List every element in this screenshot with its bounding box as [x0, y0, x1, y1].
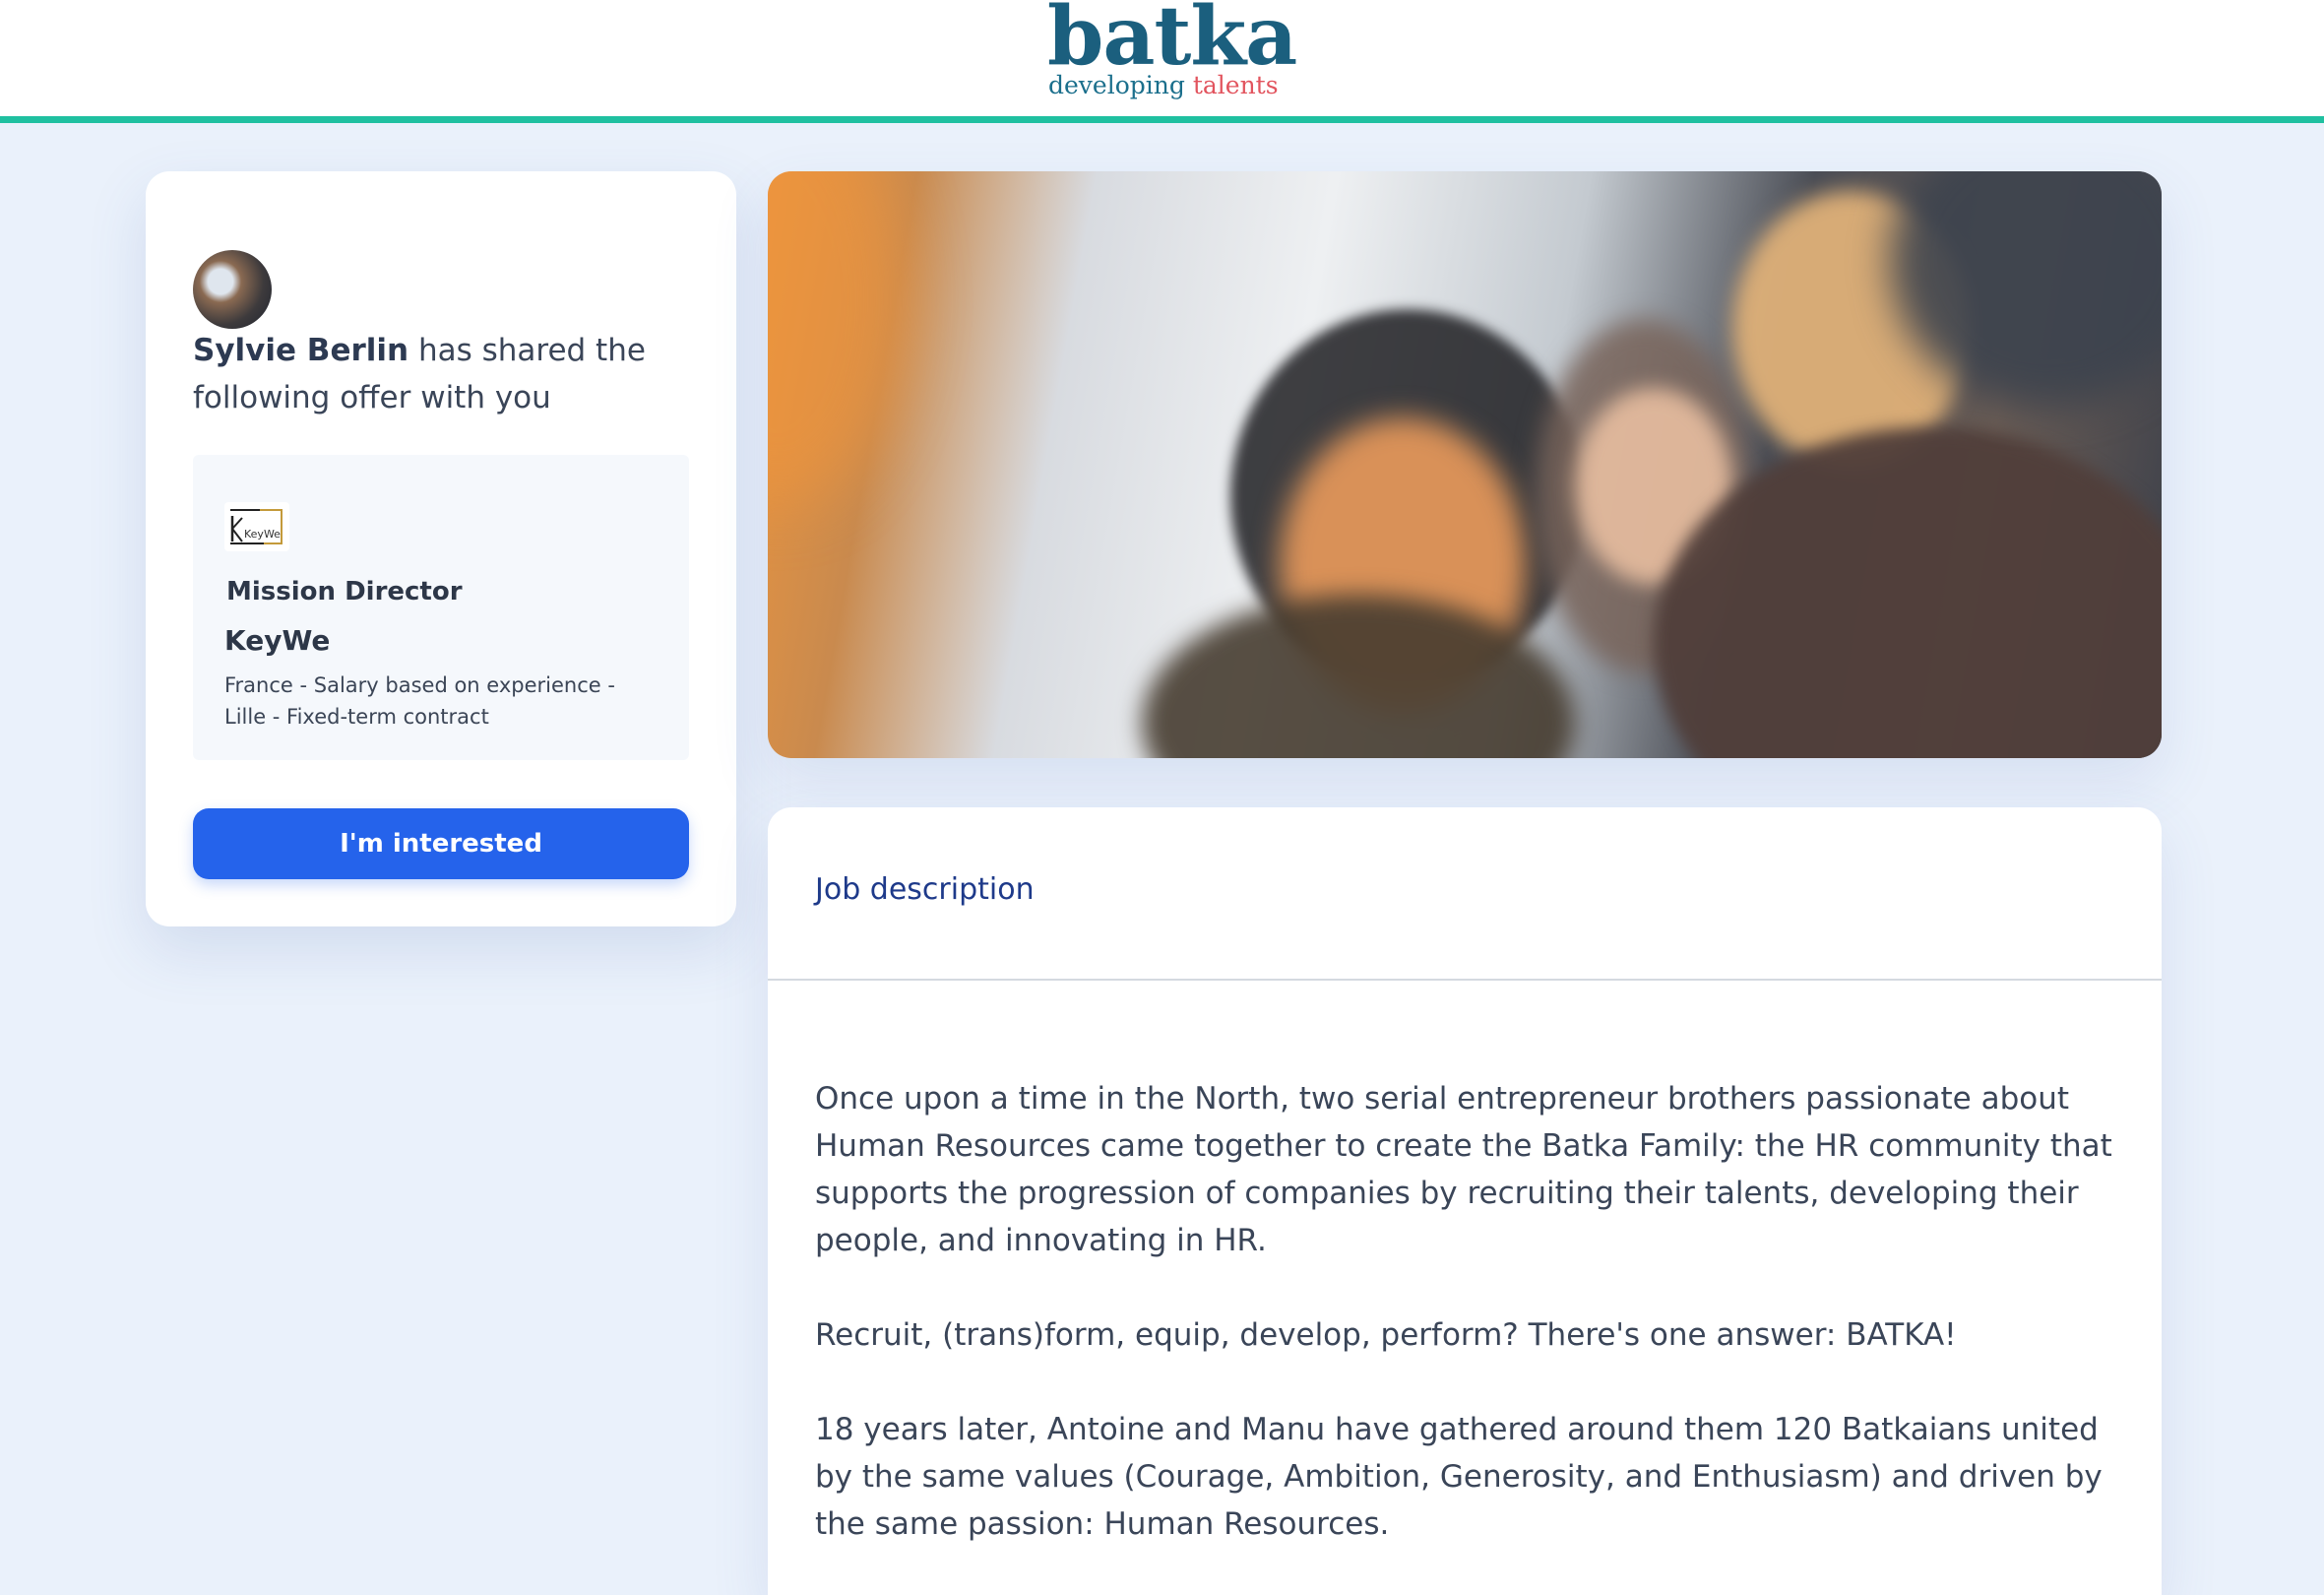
share-card: Sylvie Berlin has shared the following o… — [146, 171, 736, 926]
keywe-logo-icon: KeyWe — [230, 509, 283, 544]
hero-image — [768, 171, 2162, 758]
job-description-card: Job description Once upon a time in the … — [768, 807, 2162, 1595]
logo-wordmark: batka — [1047, 0, 1297, 84]
job-meta: France - Salary based on experience - Li… — [224, 673, 615, 729]
share-message: Sylvie Berlin has shared the following o… — [193, 327, 685, 421]
company-logo: KeyWe — [224, 502, 289, 551]
logo-tagline: developing talents — [1048, 73, 1279, 97]
job-description-body: Once upon a time in the North, two seria… — [815, 1075, 2134, 1595]
logo-tagline-part2: talents — [1192, 71, 1279, 99]
interested-button[interactable]: I'm interested — [193, 808, 689, 879]
company-name: KeyWe — [224, 624, 331, 657]
offer-summary: KeyWe Mission Director KeyWe France - Sa… — [193, 455, 689, 760]
divider — [768, 979, 2162, 981]
job-description-title: Job description — [815, 872, 1035, 907]
description-paragraph: Once upon a time in the North, two seria… — [815, 1081, 2112, 1258]
logo-tagline-part1: developing — [1048, 71, 1185, 99]
sharer-name: Sylvie Berlin — [193, 333, 409, 368]
batka-logo[interactable]: batka developing talents — [1043, 0, 1297, 110]
description-paragraph: Recruit, (trans)form, equip, develop, pe… — [815, 1317, 1957, 1353]
site-header: batka developing talents — [0, 0, 2324, 123]
sharer-avatar — [193, 250, 272, 329]
company-logo-text: KeyWe — [244, 528, 281, 541]
description-paragraph: 18 years later, Antoine and Manu have ga… — [815, 1412, 2103, 1542]
job-title: Mission Director — [226, 577, 463, 606]
